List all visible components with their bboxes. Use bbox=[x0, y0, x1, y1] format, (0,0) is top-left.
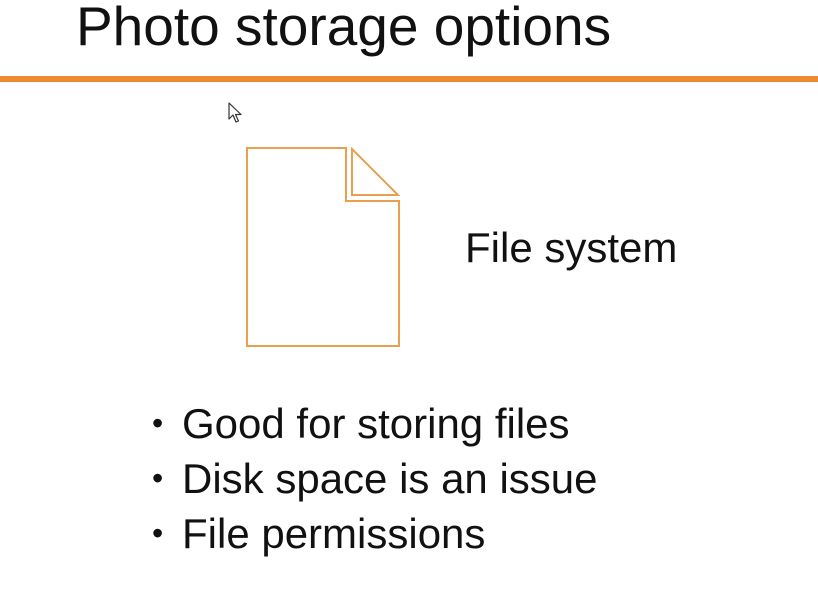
bullet-text: Disk space is an issue bbox=[182, 455, 598, 502]
bullet-icon: • bbox=[152, 515, 164, 551]
title-divider bbox=[0, 76, 818, 82]
bullet-text: Good for storing files bbox=[182, 400, 570, 447]
bullet-text: File permissions bbox=[182, 510, 486, 557]
list-item: • File permissions bbox=[150, 506, 598, 561]
mouse-pointer-icon bbox=[228, 102, 242, 123]
bullet-icon: • bbox=[152, 460, 164, 496]
slide-title: Photo storage options bbox=[76, 0, 612, 57]
document-file-icon bbox=[246, 146, 401, 347]
list-item: • Disk space is an issue bbox=[150, 451, 598, 506]
bullet-icon: • bbox=[152, 405, 164, 441]
list-item: • Good for storing files bbox=[150, 396, 598, 451]
bullet-list: • Good for storing files • Disk space is… bbox=[150, 396, 598, 561]
file-system-label: File system bbox=[465, 224, 678, 271]
